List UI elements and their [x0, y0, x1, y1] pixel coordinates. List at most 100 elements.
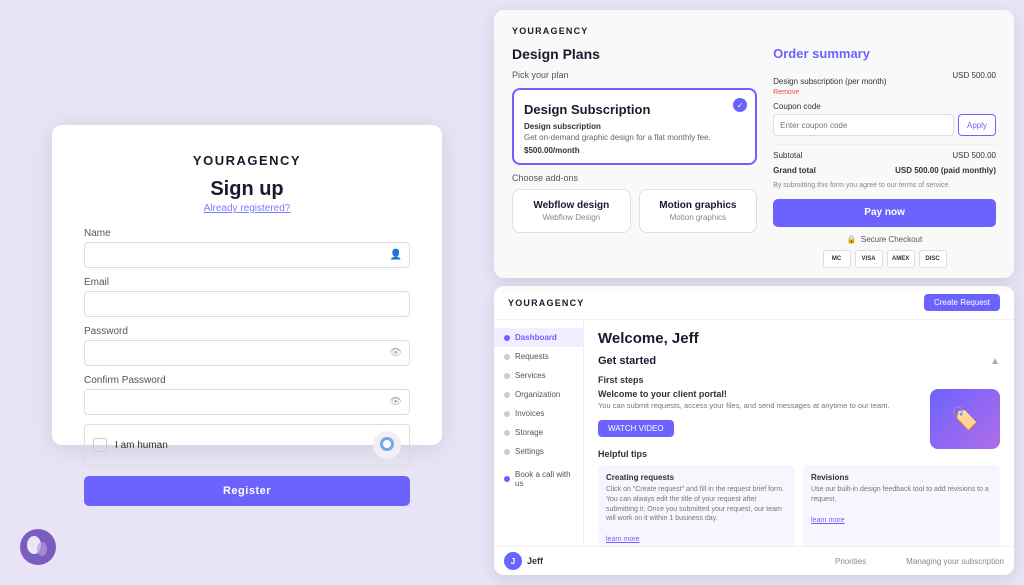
order-item-label: Design subscription (per month) Remove: [773, 71, 886, 96]
collapse-icon[interactable]: ▲: [990, 356, 1000, 367]
register-button[interactable]: Register: [84, 476, 410, 506]
order-item-name: Design subscription (per month): [773, 77, 886, 86]
addon-webflow-sub: Webflow Design: [521, 213, 622, 222]
grand-total-price: USD 500.00 (paid monthly): [895, 166, 996, 175]
captcha-row[interactable]: I am human: [84, 424, 410, 466]
tip-2-text: Use our built-in design feedback tool to…: [811, 485, 992, 505]
addon-motion-sub: Motion graphics: [648, 213, 749, 222]
plan-card-selected[interactable]: Design Subscription Design subscription …: [512, 88, 757, 165]
confirm-password-input[interactable]: [84, 389, 410, 415]
dashboard-brand: YOURAGENCY: [508, 298, 585, 308]
first-step: Welcome to your client portal! You can s…: [598, 389, 1000, 449]
addon-motion[interactable]: Motion graphics Motion graphics: [639, 189, 758, 233]
tip-1-link[interactable]: learn more: [606, 536, 639, 543]
get-started-section: Get started ▲: [598, 355, 1000, 367]
step-desc: You can submit requests, access your fil…: [598, 401, 922, 412]
addon-webflow[interactable]: Webflow design Webflow Design: [512, 189, 631, 233]
sidebar-item-services[interactable]: Services: [494, 366, 583, 385]
tip-1-text: Click on "Create request" and fill in th…: [606, 485, 787, 524]
stripe-badge: Powered by stripe: [773, 274, 996, 278]
captcha-checkbox[interactable]: [93, 438, 107, 452]
sidebar-item-invoices[interactable]: Invoices: [494, 404, 583, 423]
eye-icon: 👁: [389, 348, 402, 359]
right-panels: YOURAGENCY Design Plans Pick your plan D…: [494, 10, 1014, 575]
email-field-group: Email: [84, 277, 410, 317]
coupon-input[interactable]: [773, 114, 954, 136]
grand-total-row: Grand total USD 500.00 (paid monthly): [773, 166, 996, 175]
tips-row: Creating requests Click on "Create reque…: [598, 465, 1000, 546]
plan-desc-text: Get on-demand graphic design for a flat …: [524, 133, 745, 143]
sidebar-item-requests[interactable]: Requests: [494, 347, 583, 366]
password-label: Password: [84, 326, 410, 337]
plans-left: Design Plans Pick your plan Design Subsc…: [512, 46, 757, 278]
apply-coupon-button[interactable]: Apply: [958, 114, 996, 136]
sidebar-item-storage[interactable]: Storage: [494, 423, 583, 442]
tip-2-title: Revisions: [811, 473, 992, 482]
watch-video-button[interactable]: WATCH VIDEO: [598, 420, 674, 437]
dashboard-footer: J Jeff Priorities Managing your subscrip…: [494, 546, 1014, 575]
subtotal-label: Subtotal: [773, 151, 802, 160]
addons-label: Choose add-ons: [512, 173, 757, 183]
name-label: Name: [84, 228, 410, 239]
dashboard-header: YOURAGENCY Create Request: [494, 286, 1014, 320]
captcha-label: I am human: [115, 440, 365, 451]
order-summary-title: Order summary: [773, 46, 996, 61]
password-input[interactable]: [84, 340, 410, 366]
plan-price: $500.00/month: [524, 146, 745, 155]
brand-logo: [20, 529, 56, 565]
dashboard-sidebar: Dashboard Requests Services Organization…: [494, 320, 584, 546]
tip-creating-requests: Creating requests Click on "Create reque…: [598, 465, 795, 546]
name-input[interactable]: [84, 242, 410, 268]
plans-title: Design Plans: [512, 46, 757, 62]
footer-username: Jeff: [527, 556, 543, 566]
addon-webflow-name: Webflow design: [521, 200, 622, 211]
tip-2-link[interactable]: learn more: [811, 517, 844, 524]
coupon-section: Coupon code Apply: [773, 102, 996, 136]
sidebar-item-settings[interactable]: Settings: [494, 442, 583, 461]
design-plans-panel: YOURAGENCY Design Plans Pick your plan D…: [494, 10, 1014, 278]
mastercard-icon: MC: [823, 250, 851, 268]
addons-row: Webflow design Webflow Design Motion gra…: [512, 189, 757, 233]
sidebar-item-book-call[interactable]: Book a call with us: [494, 465, 583, 493]
plan-name: Design Subscription: [524, 102, 745, 118]
dashboard-body: Dashboard Requests Services Organization…: [494, 320, 1014, 546]
sidebar-item-organization[interactable]: Organization: [494, 385, 583, 404]
dashboard-main: Welcome, Jeff Get started ▲ First steps …: [584, 320, 1014, 546]
sidebar-item-dashboard[interactable]: Dashboard: [494, 328, 583, 347]
order-item-remove[interactable]: Remove: [773, 89, 886, 96]
visa-icon: VISA: [855, 250, 883, 268]
order-summary: Order summary Design subscription (per m…: [773, 46, 996, 278]
signup-card: YOURAGENCY Sign up Already registered? N…: [52, 125, 442, 445]
subtotal-row: Subtotal USD 500.00: [773, 151, 996, 160]
user-icon: 👤: [390, 250, 402, 261]
addon-motion-name: Motion graphics: [648, 200, 749, 211]
pick-plan-label: Pick your plan: [512, 70, 757, 80]
already-registered-link[interactable]: Already registered?: [84, 203, 410, 214]
first-steps-label: First steps: [598, 375, 1000, 385]
plan-desc-label: Design subscription: [524, 122, 745, 131]
step-image: 🏷️: [930, 389, 1000, 449]
step-title: Welcome to your client portal!: [598, 389, 922, 399]
name-field-group: Name 👤: [84, 228, 410, 268]
subtotal-price: USD 500.00: [952, 151, 996, 160]
lock-icon: 🔒: [847, 235, 857, 244]
order-divider: [773, 144, 996, 145]
coupon-label: Coupon code: [773, 102, 996, 111]
user-avatar: J: [504, 552, 522, 570]
pay-now-button[interactable]: Pay now: [773, 199, 996, 227]
password-field-group: Password 👁: [84, 326, 410, 366]
welcome-title: Welcome, Jeff: [598, 330, 1000, 347]
amex-icon: AMEX: [887, 250, 915, 268]
grand-total-label: Grand total: [773, 166, 816, 175]
tip-revisions: Revisions Use our built-in design feedba…: [803, 465, 1000, 546]
email-input[interactable]: [84, 291, 410, 317]
email-label: Email: [84, 277, 410, 288]
terms-text: By submitting this form you agree to our…: [773, 181, 996, 191]
confirm-password-field-group: Confirm Password 👁: [84, 375, 410, 415]
managing-label: Managing your subscription: [906, 557, 1004, 566]
create-request-button[interactable]: Create Request: [924, 294, 1000, 311]
signup-title: Sign up: [84, 178, 410, 201]
payment-icons-row: MC VISA AMEX DISC: [773, 250, 996, 268]
tip-1-title: Creating requests: [606, 473, 787, 482]
confirm-password-label: Confirm Password: [84, 375, 410, 386]
